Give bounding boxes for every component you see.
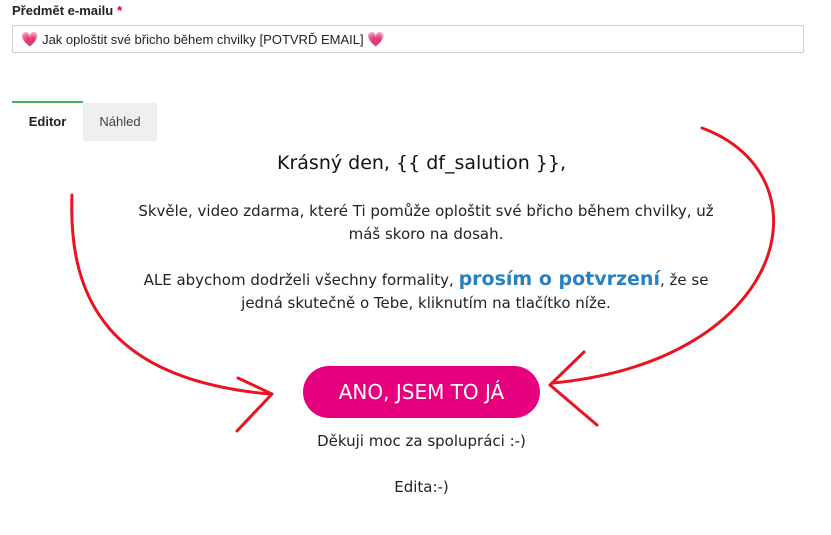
right-arrowhead	[548, 350, 599, 427]
email-greeting: Krásný den, {{ df_salution }},	[277, 152, 566, 174]
subject-label-text: Předmět e-mailu	[12, 3, 114, 18]
tab-editor[interactable]: Editor	[12, 101, 83, 141]
confirm-button[interactable]: ANO, JSEM TO JÁ	[303, 366, 540, 418]
heart-icon: 💗	[21, 31, 39, 47]
email-thanks: Děkuji moc za spolupráci :-)	[317, 432, 526, 450]
left-arrowhead	[235, 376, 274, 433]
heart-icon: 💗	[367, 31, 385, 47]
paragraph-2-start: ALE abychom dodrželi všechny formality,	[143, 271, 459, 289]
email-paragraph-1: Skvěle, video zdarma, které Ti pomůže op…	[138, 202, 714, 243]
tab-preview[interactable]: Náhled	[83, 103, 157, 141]
required-mark: *	[117, 3, 123, 18]
subject-label: Předmět e-mailu *	[12, 3, 122, 18]
email-paragraph-2: ALE abychom dodrželi všechny formality, …	[130, 268, 722, 315]
confirmation-highlight: prosím o potvrzení	[458, 268, 660, 290]
email-signature: Edita:-)	[394, 478, 449, 496]
subject-value: Jak oploštit své břicho během chvilky [P…	[42, 32, 364, 47]
subject-input[interactable]: 💗 Jak oploštit své břicho během chvilky …	[12, 25, 804, 53]
